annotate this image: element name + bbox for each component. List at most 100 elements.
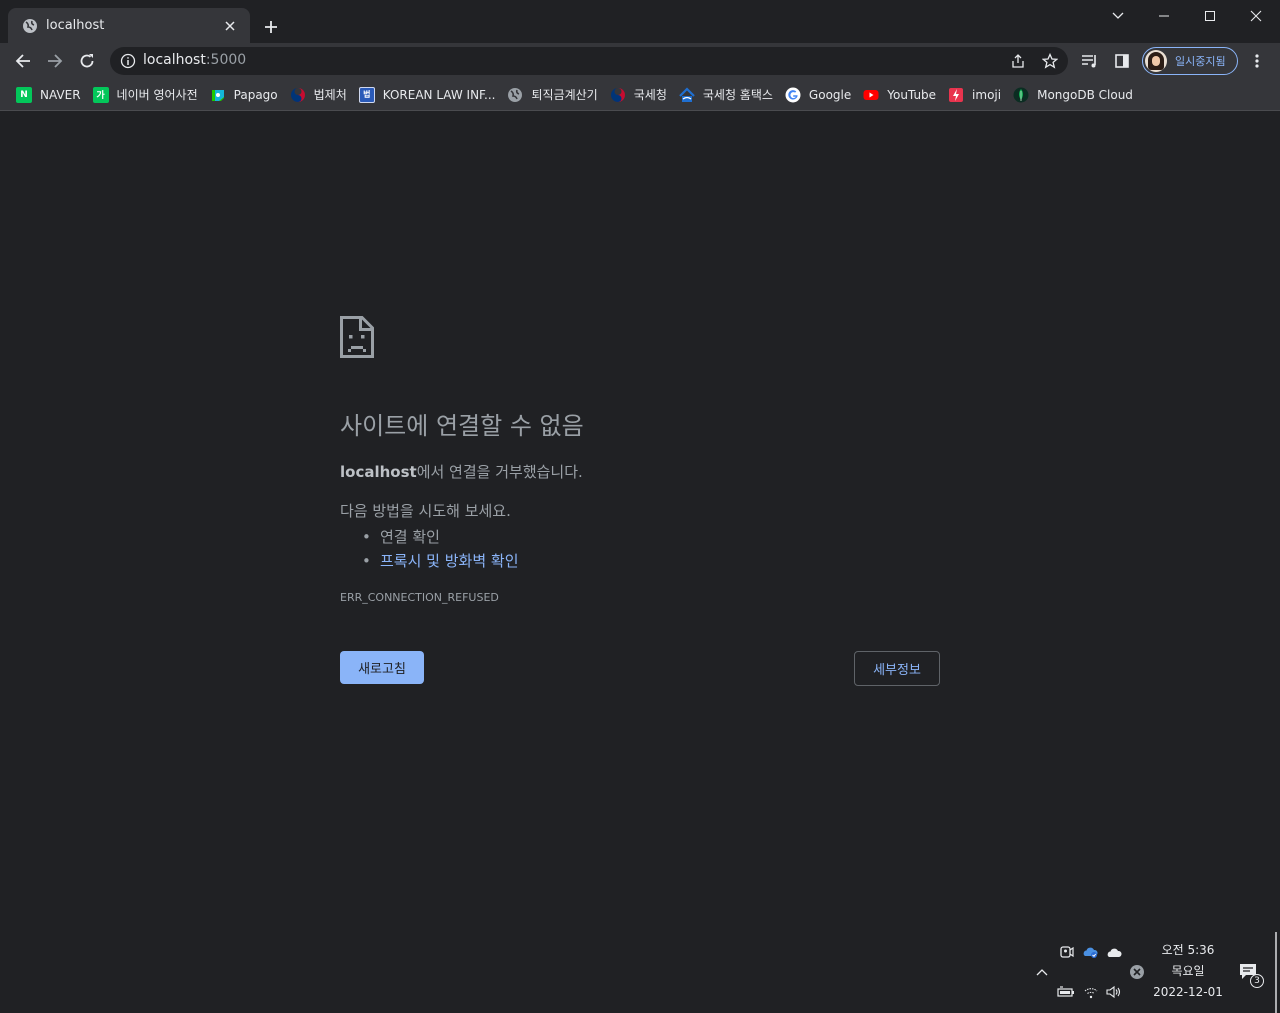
address-bar[interactable]: localhost:5000 [110, 47, 1068, 75]
title-bar: localhost [0, 0, 1280, 43]
reload-page-button[interactable]: 새로고침 [340, 651, 424, 684]
chevron-down-icon [1112, 12, 1124, 19]
bookmark-korean-law[interactable]: 법 KOREAN LAW INF... [357, 82, 504, 108]
sad-page-icon [340, 316, 374, 358]
bookmark-label: YouTube [887, 87, 937, 102]
korea-gov-icon [610, 87, 626, 103]
bookmark-label: Papago [233, 87, 278, 102]
plus-icon [265, 21, 277, 33]
wifi-icon[interactable] [1082, 983, 1100, 1001]
forward-button[interactable] [41, 47, 69, 75]
menu-button[interactable] [1243, 47, 1271, 75]
bookmark-label: 네이버 영어사전 [116, 88, 198, 102]
battery-icon[interactable] [1057, 983, 1075, 1001]
taskbar-clock[interactable]: 오전 5:36 목요일 2022-12-01 [1148, 940, 1228, 1003]
bookmark-label: 법제처 [313, 88, 347, 102]
suggestions-list: 연결 확인 프록시 및 방화벽 확인 [340, 525, 940, 573]
globe-icon [507, 87, 523, 103]
maximize-icon [1205, 11, 1215, 21]
bookmark-label: Google [808, 87, 852, 102]
bookmark-papago[interactable]: Papago [208, 82, 286, 108]
media-control-button[interactable] [1076, 47, 1104, 75]
cloud-icon[interactable] [1105, 943, 1123, 961]
error-message: localhost에서 연결을 거부했습니다. [340, 461, 940, 482]
bookmark-label: NAVER [40, 87, 81, 102]
mongodb-icon [1013, 87, 1029, 103]
details-button[interactable]: 세부정보 [854, 651, 940, 686]
profile-status: 일시중지됨 [1175, 55, 1226, 68]
bookmark-hometax[interactable]: 국세청 홈택스 [677, 82, 781, 108]
imoji-icon [948, 87, 964, 103]
globe-icon [22, 18, 38, 34]
error-host: localhost [340, 463, 417, 481]
maximize-button[interactable] [1187, 0, 1233, 32]
tab-search-button[interactable] [1095, 0, 1141, 32]
minimize-button[interactable] [1141, 0, 1187, 32]
tab-localhost[interactable]: localhost [8, 8, 250, 43]
bookmark-label: 국세청 [633, 88, 667, 102]
url-host: localhost [143, 52, 206, 68]
bookmark-nts[interactable]: 국세청 [608, 82, 675, 108]
notification-count-badge: 3 [1250, 974, 1264, 988]
show-hidden-icons-button[interactable] [1033, 963, 1051, 981]
url-text[interactable]: localhost:5000 [143, 52, 246, 68]
clock-date: 2022-12-01 [1153, 985, 1223, 999]
profile-button[interactable]: 일시중지됨 [1142, 47, 1238, 75]
clock-time: 오전 5:36 [1161, 943, 1215, 957]
bookmark-label: MongoDB Cloud [1037, 87, 1133, 102]
onedrive-sync-icon[interactable] [1081, 943, 1099, 961]
arrow-right-icon [48, 54, 63, 68]
volume-icon[interactable] [1105, 983, 1123, 1001]
chevron-up-icon [1036, 969, 1048, 976]
new-tab-button[interactable] [258, 14, 284, 40]
meet-now-icon[interactable] [1057, 943, 1075, 961]
side-panel-button[interactable] [1108, 47, 1136, 75]
naver-icon: N [16, 86, 32, 103]
clock-weekday: 목요일 [1171, 964, 1205, 978]
url-port: :5000 [205, 52, 247, 68]
star-icon[interactable] [1042, 53, 1058, 69]
back-button[interactable] [9, 47, 37, 75]
bookmark-severance-calc[interactable]: 퇴직금계산기 [505, 82, 605, 108]
suggestion-text: 연결 확인 [380, 528, 440, 546]
share-icon[interactable] [1010, 53, 1026, 69]
bookmarks-bar: N NAVER 가 네이버 영어사전 Papago 법제처 법 KOREAN L… [0, 79, 1280, 111]
bookmark-youtube[interactable]: YouTube [861, 82, 944, 108]
arrow-left-icon [15, 54, 30, 68]
avatar [1145, 50, 1167, 72]
side-panel-icon [1115, 54, 1129, 68]
bookmark-label: 국세청 홈택스 [702, 88, 773, 102]
bookmark-imoji[interactable]: imoji [946, 82, 1009, 108]
naver-dict-icon: 가 [92, 86, 109, 103]
window-close-button[interactable] [1233, 0, 1279, 32]
close-icon [1250, 10, 1262, 22]
playlist-icon [1082, 55, 1096, 68]
info-icon[interactable] [120, 53, 136, 69]
bookmark-label: 퇴직금계산기 [531, 88, 598, 102]
suggestion-check-proxy-firewall[interactable]: 프록시 및 방화벽 확인 [362, 549, 940, 573]
error-code: ERR_CONNECTION_REFUSED [340, 591, 499, 604]
bookmark-label: KOREAN LAW INF... [382, 87, 496, 102]
bookmark-naver[interactable]: N NAVER [14, 82, 89, 108]
no-internet-icon[interactable] [1128, 963, 1146, 981]
law-info-icon: 법 [358, 86, 375, 103]
hometax-icon [679, 86, 695, 103]
bookmark-naver-dict[interactable]: 가 네이버 영어사전 [91, 82, 206, 108]
bookmark-moleg[interactable]: 법제처 [288, 82, 355, 108]
google-icon [785, 87, 801, 103]
close-icon[interactable] [220, 16, 240, 36]
korea-gov-icon [290, 87, 306, 103]
papago-icon [210, 87, 226, 103]
reload-button[interactable] [73, 47, 101, 75]
bookmark-label: imoji [972, 87, 1002, 102]
bookmark-mongodb[interactable]: MongoDB Cloud [1011, 82, 1141, 108]
suggestions-intro: 다음 방법을 시도해 보세요. [340, 502, 511, 520]
suggestion-link[interactable]: 프록시 및 방화벽 확인 [380, 552, 519, 570]
youtube-icon [863, 87, 879, 103]
refresh-icon [80, 54, 94, 68]
more-vert-icon [1255, 54, 1259, 68]
bookmark-google[interactable]: Google [783, 82, 859, 108]
suggestion-check-connection: 연결 확인 [362, 525, 940, 549]
toolbar: localhost:5000 일시중지됨 [0, 43, 1280, 79]
show-desktop-edge[interactable] [1275, 932, 1277, 1013]
